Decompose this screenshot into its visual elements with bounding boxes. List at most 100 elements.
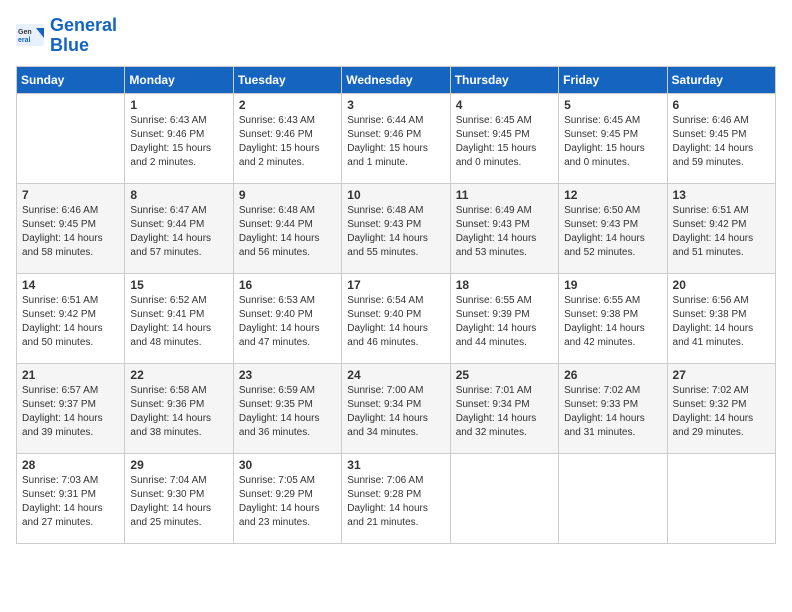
day-detail: Sunrise: 6:44 AMSunset: 9:46 PMDaylight:… xyxy=(347,114,444,170)
logo-icon: Gen eral xyxy=(16,24,46,48)
calendar-cell: 29 Sunrise: 7:04 AMSunset: 9:30 PMDaylig… xyxy=(125,453,233,543)
calendar-cell: 12 Sunrise: 6:50 AMSunset: 9:43 PMDaylig… xyxy=(559,183,667,273)
day-detail: Sunrise: 6:47 AMSunset: 9:44 PMDaylight:… xyxy=(130,204,227,260)
day-detail: Sunrise: 6:55 AMSunset: 9:39 PMDaylight:… xyxy=(456,294,553,350)
calendar-cell: 2 Sunrise: 6:43 AMSunset: 9:46 PMDayligh… xyxy=(233,93,341,183)
day-detail: Sunrise: 6:51 AMSunset: 9:42 PMDaylight:… xyxy=(673,204,770,260)
calendar-cell: 21 Sunrise: 6:57 AMSunset: 9:37 PMDaylig… xyxy=(17,363,125,453)
week-row-2: 14 Sunrise: 6:51 AMSunset: 9:42 PMDaylig… xyxy=(17,273,776,363)
calendar-cell: 25 Sunrise: 7:01 AMSunset: 9:34 PMDaylig… xyxy=(450,363,558,453)
day-number: 27 xyxy=(673,368,770,382)
calendar-cell: 13 Sunrise: 6:51 AMSunset: 9:42 PMDaylig… xyxy=(667,183,775,273)
day-detail: Sunrise: 6:50 AMSunset: 9:43 PMDaylight:… xyxy=(564,204,661,260)
header-sunday: Sunday xyxy=(17,66,125,93)
day-detail: Sunrise: 6:57 AMSunset: 9:37 PMDaylight:… xyxy=(22,384,119,440)
day-detail: Sunrise: 6:58 AMSunset: 9:36 PMDaylight:… xyxy=(130,384,227,440)
day-number: 24 xyxy=(347,368,444,382)
day-detail: Sunrise: 6:43 AMSunset: 9:46 PMDaylight:… xyxy=(130,114,227,170)
calendar-cell: 5 Sunrise: 6:45 AMSunset: 9:45 PMDayligh… xyxy=(559,93,667,183)
svg-text:Gen: Gen xyxy=(18,29,32,36)
day-number: 18 xyxy=(456,278,553,292)
calendar-cell: 14 Sunrise: 6:51 AMSunset: 9:42 PMDaylig… xyxy=(17,273,125,363)
calendar-cell: 4 Sunrise: 6:45 AMSunset: 9:45 PMDayligh… xyxy=(450,93,558,183)
calendar-cell: 24 Sunrise: 7:00 AMSunset: 9:34 PMDaylig… xyxy=(342,363,450,453)
day-number: 20 xyxy=(673,278,770,292)
day-number: 30 xyxy=(239,458,336,472)
logo-text: General Blue xyxy=(50,16,117,56)
day-number: 6 xyxy=(673,98,770,112)
calendar-cell xyxy=(667,453,775,543)
calendar-cell: 10 Sunrise: 6:48 AMSunset: 9:43 PMDaylig… xyxy=(342,183,450,273)
calendar-cell: 27 Sunrise: 7:02 AMSunset: 9:32 PMDaylig… xyxy=(667,363,775,453)
day-detail: Sunrise: 7:01 AMSunset: 9:34 PMDaylight:… xyxy=(456,384,553,440)
day-detail: Sunrise: 7:05 AMSunset: 9:29 PMDaylight:… xyxy=(239,474,336,530)
header-wednesday: Wednesday xyxy=(342,66,450,93)
day-number: 14 xyxy=(22,278,119,292)
day-detail: Sunrise: 6:56 AMSunset: 9:38 PMDaylight:… xyxy=(673,294,770,350)
day-number: 15 xyxy=(130,278,227,292)
day-number: 19 xyxy=(564,278,661,292)
day-detail: Sunrise: 7:04 AMSunset: 9:30 PMDaylight:… xyxy=(130,474,227,530)
header-friday: Friday xyxy=(559,66,667,93)
day-number: 7 xyxy=(22,188,119,202)
day-number: 8 xyxy=(130,188,227,202)
day-number: 1 xyxy=(130,98,227,112)
day-detail: Sunrise: 6:45 AMSunset: 9:45 PMDaylight:… xyxy=(456,114,553,170)
day-detail: Sunrise: 6:55 AMSunset: 9:38 PMDaylight:… xyxy=(564,294,661,350)
day-number: 23 xyxy=(239,368,336,382)
calendar-cell: 3 Sunrise: 6:44 AMSunset: 9:46 PMDayligh… xyxy=(342,93,450,183)
week-row-4: 28 Sunrise: 7:03 AMSunset: 9:31 PMDaylig… xyxy=(17,453,776,543)
day-detail: Sunrise: 6:49 AMSunset: 9:43 PMDaylight:… xyxy=(456,204,553,260)
day-number: 16 xyxy=(239,278,336,292)
week-row-3: 21 Sunrise: 6:57 AMSunset: 9:37 PMDaylig… xyxy=(17,363,776,453)
day-detail: Sunrise: 6:48 AMSunset: 9:43 PMDaylight:… xyxy=(347,204,444,260)
calendar-cell: 8 Sunrise: 6:47 AMSunset: 9:44 PMDayligh… xyxy=(125,183,233,273)
day-number: 29 xyxy=(130,458,227,472)
calendar-table: SundayMondayTuesdayWednesdayThursdayFrid… xyxy=(16,66,776,544)
calendar-cell xyxy=(559,453,667,543)
day-detail: Sunrise: 6:59 AMSunset: 9:35 PMDaylight:… xyxy=(239,384,336,440)
day-number: 22 xyxy=(130,368,227,382)
day-number: 26 xyxy=(564,368,661,382)
day-number: 25 xyxy=(456,368,553,382)
day-detail: Sunrise: 6:45 AMSunset: 9:45 PMDaylight:… xyxy=(564,114,661,170)
calendar-cell: 26 Sunrise: 7:02 AMSunset: 9:33 PMDaylig… xyxy=(559,363,667,453)
day-detail: Sunrise: 7:06 AMSunset: 9:28 PMDaylight:… xyxy=(347,474,444,530)
day-number: 3 xyxy=(347,98,444,112)
day-detail: Sunrise: 7:02 AMSunset: 9:33 PMDaylight:… xyxy=(564,384,661,440)
calendar-cell: 19 Sunrise: 6:55 AMSunset: 9:38 PMDaylig… xyxy=(559,273,667,363)
header-tuesday: Tuesday xyxy=(233,66,341,93)
day-detail: Sunrise: 7:00 AMSunset: 9:34 PMDaylight:… xyxy=(347,384,444,440)
calendar-cell: 9 Sunrise: 6:48 AMSunset: 9:44 PMDayligh… xyxy=(233,183,341,273)
week-row-0: 1 Sunrise: 6:43 AMSunset: 9:46 PMDayligh… xyxy=(17,93,776,183)
calendar-cell: 18 Sunrise: 6:55 AMSunset: 9:39 PMDaylig… xyxy=(450,273,558,363)
calendar-cell: 31 Sunrise: 7:06 AMSunset: 9:28 PMDaylig… xyxy=(342,453,450,543)
calendar-cell: 15 Sunrise: 6:52 AMSunset: 9:41 PMDaylig… xyxy=(125,273,233,363)
logo: Gen eral General Blue xyxy=(16,16,117,56)
calendar-cell: 6 Sunrise: 6:46 AMSunset: 9:45 PMDayligh… xyxy=(667,93,775,183)
calendar-cell xyxy=(17,93,125,183)
day-detail: Sunrise: 6:54 AMSunset: 9:40 PMDaylight:… xyxy=(347,294,444,350)
day-detail: Sunrise: 6:51 AMSunset: 9:42 PMDaylight:… xyxy=(22,294,119,350)
calendar-cell: 20 Sunrise: 6:56 AMSunset: 9:38 PMDaylig… xyxy=(667,273,775,363)
svg-text:eral: eral xyxy=(18,37,31,44)
day-number: 12 xyxy=(564,188,661,202)
calendar-cell: 16 Sunrise: 6:53 AMSunset: 9:40 PMDaylig… xyxy=(233,273,341,363)
header-row: SundayMondayTuesdayWednesdayThursdayFrid… xyxy=(17,66,776,93)
calendar-cell: 11 Sunrise: 6:49 AMSunset: 9:43 PMDaylig… xyxy=(450,183,558,273)
day-number: 5 xyxy=(564,98,661,112)
day-number: 2 xyxy=(239,98,336,112)
day-detail: Sunrise: 6:46 AMSunset: 9:45 PMDaylight:… xyxy=(673,114,770,170)
day-number: 10 xyxy=(347,188,444,202)
calendar-cell: 23 Sunrise: 6:59 AMSunset: 9:35 PMDaylig… xyxy=(233,363,341,453)
day-detail: Sunrise: 7:02 AMSunset: 9:32 PMDaylight:… xyxy=(673,384,770,440)
calendar-cell xyxy=(450,453,558,543)
day-detail: Sunrise: 6:46 AMSunset: 9:45 PMDaylight:… xyxy=(22,204,119,260)
day-number: 13 xyxy=(673,188,770,202)
page-header: Gen eral General Blue xyxy=(16,16,776,56)
calendar-cell: 17 Sunrise: 6:54 AMSunset: 9:40 PMDaylig… xyxy=(342,273,450,363)
week-row-1: 7 Sunrise: 6:46 AMSunset: 9:45 PMDayligh… xyxy=(17,183,776,273)
day-detail: Sunrise: 6:52 AMSunset: 9:41 PMDaylight:… xyxy=(130,294,227,350)
header-monday: Monday xyxy=(125,66,233,93)
day-number: 17 xyxy=(347,278,444,292)
